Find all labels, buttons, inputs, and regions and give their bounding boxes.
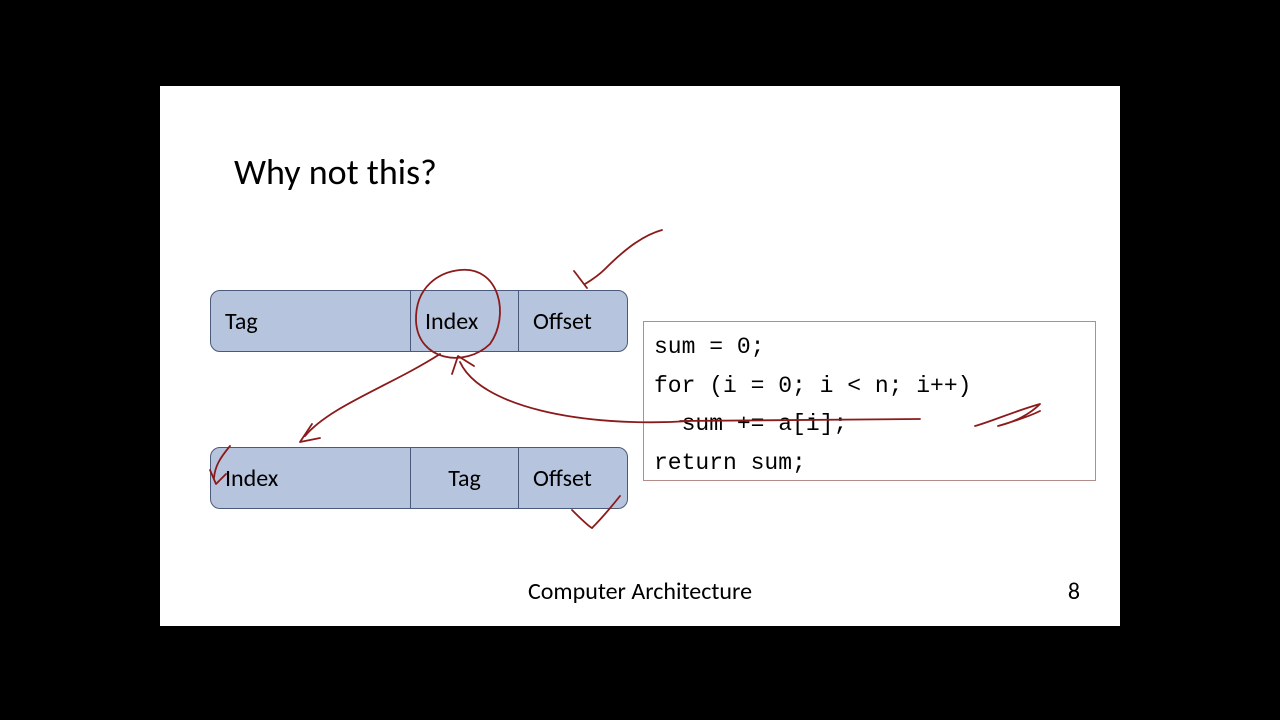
check-mark-icon <box>585 230 662 284</box>
code-line-2: for (i = 0; i < n; i++) <box>654 373 971 399</box>
code-line-1: sum = 0; <box>654 334 764 360</box>
field-index: Index <box>411 291 519 351</box>
address-layout-top: Tag Index Offset <box>210 290 628 352</box>
field-tag: Tag <box>211 291 411 351</box>
slide-title: Why not this? <box>234 150 437 194</box>
check-mark-icon <box>574 271 587 288</box>
page-number: 8 <box>1068 577 1080 606</box>
code-box: sum = 0; for (i = 0; i < n; i++) sum += … <box>643 321 1096 481</box>
field-tag: Tag <box>411 448 519 508</box>
code-line-3: sum += a[i]; <box>654 411 847 437</box>
slide: Why not this? Tag Index Offset Index Tag… <box>160 86 1120 626</box>
field-offset: Offset <box>519 291 627 351</box>
arrowhead-icon <box>300 424 320 442</box>
arrowhead-icon <box>452 356 474 374</box>
field-index: Index <box>211 448 411 508</box>
arrow-annotation-icon <box>305 354 440 436</box>
footer-title: Computer Architecture <box>160 577 1120 606</box>
code-line-4: return sum; <box>654 450 806 476</box>
check-mark-icon <box>572 510 592 528</box>
field-offset: Offset <box>519 448 627 508</box>
address-layout-bottom: Index Tag Offset <box>210 447 628 509</box>
